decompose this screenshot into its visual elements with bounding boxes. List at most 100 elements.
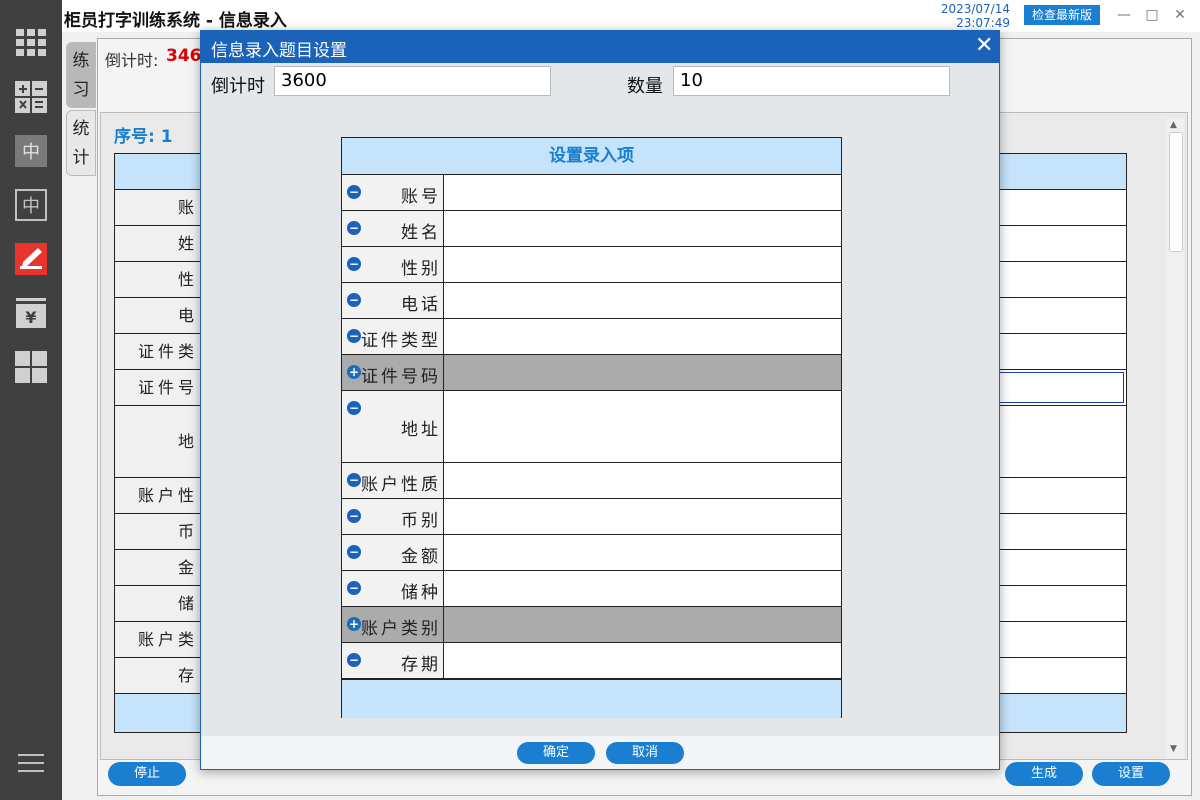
row-label: 电 bbox=[115, 298, 201, 333]
entry-item-label: 账户类别 bbox=[361, 619, 441, 639]
edit-pen-icon[interactable] bbox=[14, 242, 48, 276]
entry-item-row[interactable]: − 账号 bbox=[342, 175, 841, 211]
entry-item-label-cell: − 存期 bbox=[342, 643, 444, 678]
row-label: 证件类 bbox=[115, 334, 201, 369]
entry-item-row-disabled[interactable]: + 账户类别 bbox=[342, 607, 841, 643]
sidebar bbox=[0, 0, 62, 800]
entry-item-row[interactable]: − 金额 bbox=[342, 535, 841, 571]
add-icon[interactable]: + bbox=[347, 617, 361, 631]
entry-item-row[interactable]: − 证件类型 bbox=[342, 319, 841, 355]
svg-text:中: 中 bbox=[22, 196, 40, 217]
remove-icon[interactable]: − bbox=[347, 509, 361, 523]
row-label: 姓 bbox=[115, 226, 201, 261]
row-label: 储 bbox=[115, 586, 201, 621]
entry-item-row-disabled[interactable]: + 证件号码 bbox=[342, 355, 841, 391]
tab-label: 习 bbox=[72, 80, 90, 100]
entry-items-header: 设置录入项 bbox=[342, 138, 841, 175]
tab-label: 计 bbox=[72, 148, 90, 168]
entry-item-label-cell: + 证件号码 bbox=[342, 355, 444, 390]
cancel-button[interactable]: 取消 bbox=[606, 742, 684, 764]
calculator-icon[interactable] bbox=[14, 80, 48, 114]
add-icon[interactable]: + bbox=[347, 365, 361, 379]
remove-icon[interactable]: − bbox=[347, 473, 361, 487]
remove-icon[interactable]: − bbox=[347, 257, 361, 271]
remove-icon[interactable]: − bbox=[347, 185, 361, 199]
remove-icon[interactable]: − bbox=[347, 293, 361, 307]
dialog-title: 信息录入题目设置 bbox=[211, 41, 347, 61]
remove-icon[interactable]: − bbox=[347, 545, 361, 559]
entry-item-label: 储种 bbox=[401, 583, 441, 603]
settings-button[interactable]: 设置 bbox=[1092, 762, 1170, 786]
entry-item-row[interactable]: − 储种 bbox=[342, 571, 841, 607]
row-label: 币 bbox=[115, 514, 201, 549]
grid-apps-icon[interactable] bbox=[14, 26, 48, 60]
tab-label: 统 bbox=[72, 119, 90, 139]
entry-item-label-cell: − 证件类型 bbox=[342, 319, 444, 354]
scroll-thumb[interactable] bbox=[1169, 132, 1183, 252]
sequence-number: 序号: 1 bbox=[114, 127, 173, 147]
remove-icon[interactable]: − bbox=[347, 581, 361, 595]
count-setting-label: 数量 bbox=[627, 76, 663, 97]
ok-button[interactable]: 确定 bbox=[517, 742, 595, 764]
check-update-button[interactable]: 检查最新版 bbox=[1024, 5, 1100, 25]
entry-item-label: 证件号码 bbox=[361, 367, 441, 387]
entry-item-row[interactable]: − 姓名 bbox=[342, 211, 841, 247]
entry-item-row[interactable]: − 存期 bbox=[342, 643, 841, 680]
count-input[interactable]: 10 bbox=[673, 66, 950, 96]
entry-item-label: 地址 bbox=[401, 420, 441, 440]
entry-item-label: 姓名 bbox=[401, 223, 441, 243]
row-label: 性 bbox=[115, 262, 201, 297]
remove-icon[interactable]: − bbox=[347, 653, 361, 667]
row-label: 存 bbox=[115, 658, 201, 693]
entry-item-label-cell: − 币别 bbox=[342, 499, 444, 534]
stop-button[interactable]: 停止 bbox=[108, 762, 186, 786]
countdown-setting-label: 倒计时 bbox=[211, 76, 265, 97]
app-title: 柜员打字训练系统 - 信息录入 bbox=[64, 11, 287, 31]
generate-button[interactable]: 生成 bbox=[1005, 762, 1083, 786]
entry-item-label: 账户性质 bbox=[361, 475, 441, 495]
remove-icon[interactable]: − bbox=[347, 329, 361, 343]
countdown-input[interactable]: 3600 bbox=[274, 66, 551, 96]
entry-item-label: 性别 bbox=[401, 259, 441, 279]
entry-items-table: 设置录入项 − 账号 − 姓名 − 性别 − 电话 − 证件类型 + 证件号码 … bbox=[341, 137, 842, 718]
close-icon[interactable]: ✕ bbox=[1166, 4, 1194, 26]
tab-practice[interactable]: 练 习 bbox=[66, 42, 96, 108]
countdown-label: 倒计时: bbox=[105, 51, 159, 70]
time-text: 23:07:49 bbox=[956, 16, 1010, 30]
scroll-up-icon[interactable]: ▲ bbox=[1170, 120, 1177, 130]
entry-item-row[interactable]: − 账户性质 bbox=[342, 463, 841, 499]
chinese-char-outline-icon[interactable]: 中 bbox=[14, 188, 48, 222]
svg-text:¥: ¥ bbox=[25, 308, 36, 327]
entry-item-row[interactable]: − 地址 bbox=[342, 391, 841, 463]
entry-item-label: 账号 bbox=[401, 187, 441, 207]
entry-item-label-cell: − 姓名 bbox=[342, 211, 444, 246]
svg-text:中: 中 bbox=[22, 142, 40, 163]
dialog-close-icon[interactable]: ✕ bbox=[975, 33, 993, 58]
entry-item-label-cell: − 电话 bbox=[342, 283, 444, 318]
entry-item-row[interactable]: − 性别 bbox=[342, 247, 841, 283]
dashboard-icon[interactable] bbox=[14, 350, 48, 384]
entry-item-label-cell: − 账号 bbox=[342, 175, 444, 210]
remove-icon[interactable]: − bbox=[347, 221, 361, 235]
scroll-down-icon[interactable]: ▼ bbox=[1170, 744, 1177, 754]
id-number-input[interactable] bbox=[999, 372, 1124, 403]
clock: 2023/07/14 23:07:49 bbox=[930, 2, 1010, 30]
entry-item-row[interactable]: − 电话 bbox=[342, 283, 841, 319]
settings-dialog: 信息录入题目设置 ✕ 倒计时 3600 数量 10 设置录入项 − 账号 − 姓… bbox=[200, 30, 1000, 770]
row-label: 地 bbox=[115, 406, 201, 477]
entry-item-label-cell: − 账户性质 bbox=[342, 463, 444, 498]
maximize-icon[interactable]: □ bbox=[1138, 4, 1166, 26]
remove-icon[interactable]: − bbox=[347, 401, 361, 415]
row-label: 证件号 bbox=[115, 370, 201, 405]
menu-icon[interactable] bbox=[18, 752, 44, 774]
entry-item-label-cell: + 账户类别 bbox=[342, 607, 444, 642]
tab-statistics[interactable]: 统 计 bbox=[66, 110, 96, 176]
row-label: 账 bbox=[115, 190, 201, 225]
yen-icon[interactable]: ¥ bbox=[14, 296, 48, 330]
entry-item-label-cell: − 地址 bbox=[342, 391, 444, 462]
entry-item-label: 证件类型 bbox=[361, 331, 441, 351]
entry-item-label: 存期 bbox=[401, 655, 441, 675]
entry-item-row[interactable]: − 币别 bbox=[342, 499, 841, 535]
minimize-icon[interactable]: — bbox=[1110, 4, 1138, 26]
chinese-char-filled-icon[interactable]: 中 bbox=[14, 134, 48, 168]
